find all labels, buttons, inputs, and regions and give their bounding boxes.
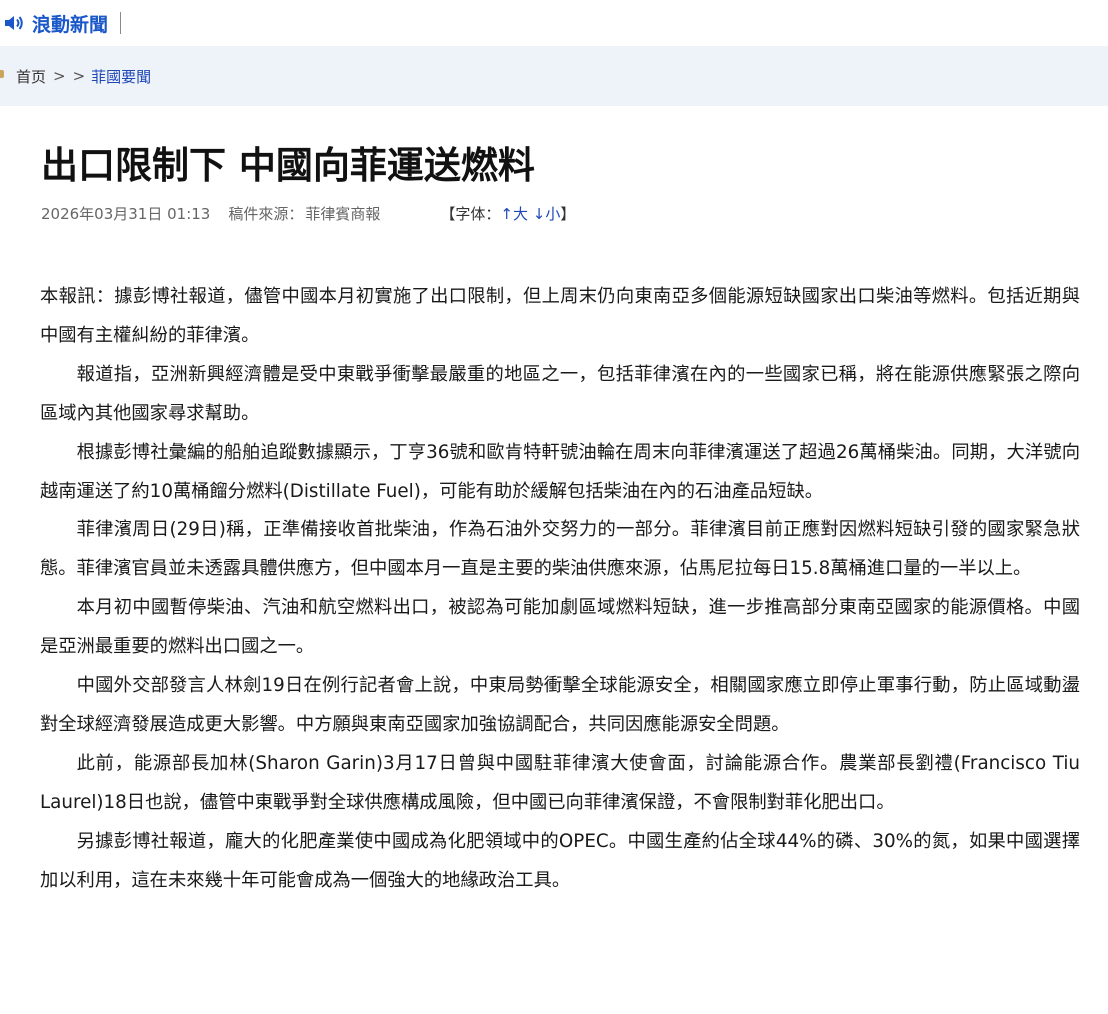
logo-text: 浪動新聞 — [32, 13, 109, 36]
breadcrumb-separator: > — [53, 67, 66, 85]
article-meta: 2026年03月31日 01:13 稿件來源： 菲律賓商報 【字体：↑大 ↓小】 — [41, 203, 575, 224]
paragraph: 本報訊：據彭博社報道，儘管中國本月初實施了出口限制，但上周末仍向東南亞多個能源短… — [40, 286, 1080, 346]
breadcrumb-home-link[interactable]: 首页 — [16, 66, 46, 87]
breadcrumb-category-link[interactable]: 菲國要聞 — [91, 66, 151, 87]
paragraph: 中國外交部發言人林劍19日在例行記者會上說，中東局勢衝擊全球能源安全，相關國家應… — [40, 675, 1080, 735]
font-size-control: 【字体：↑大 ↓小】 — [440, 203, 575, 224]
font-larger-button[interactable]: ↑大 — [500, 205, 528, 223]
font-size-label: 【字体： — [440, 205, 501, 223]
logo-divider — [120, 12, 122, 34]
paragraph: 菲律濱周日(29日)稱，正準備接收首批柴油，作為石油外交努力的一部分。菲律濱目前… — [40, 519, 1080, 580]
publish-date: 2026年03月31日 01:13 — [41, 205, 211, 223]
paragraph: 本月初中國暫停柴油、汽油和航空燃料出口，被認為可能加劇區域燃料短缺，進一步推高部… — [40, 597, 1080, 658]
breadcrumb: 首页 > > 菲國要聞 — [0, 46, 1108, 106]
paragraph: 另據彭博社報道，龐大的化肥產業使中國成為化肥領域中的OPEC。中國生產約佔全球4… — [40, 830, 1080, 891]
font-size-close: 】 — [560, 205, 576, 223]
source-name: 菲律賓商報 — [305, 205, 381, 223]
source-label: 稿件來源： — [228, 205, 304, 223]
paragraph: 此前，能源部長加林(Sharon Garin)3月17日曾與中國駐菲律濱大使會面… — [40, 752, 1080, 813]
top-bar: 浪動新聞 — [0, 0, 1108, 46]
breadcrumb-separator: > — [72, 67, 86, 85]
speaker-icon — [5, 16, 23, 30]
paragraph: 根據彭博社彙編的船舶追蹤數據顯示，丁亨36號和歐肯特軒號油輪在周末向菲律濱運送了… — [40, 441, 1080, 502]
home-marker — [0, 70, 4, 78]
site-logo[interactable]: 浪動新聞 — [4, 3, 108, 43]
font-smaller-button[interactable]: ↓小 — [533, 205, 561, 223]
article-title: 出口限制下 中國向菲運送燃料 — [41, 144, 535, 187]
paragraph: 報道指，亞洲新興經濟體是受中東戰爭衝擊最嚴重的地區之一，包括菲律濱在內的一些國家… — [40, 363, 1080, 424]
article-body: 本報訊：據彭博社報道，儘管中國本月初實施了出口限制，但上周末仍向東南亞多個能源短… — [40, 278, 1080, 901]
